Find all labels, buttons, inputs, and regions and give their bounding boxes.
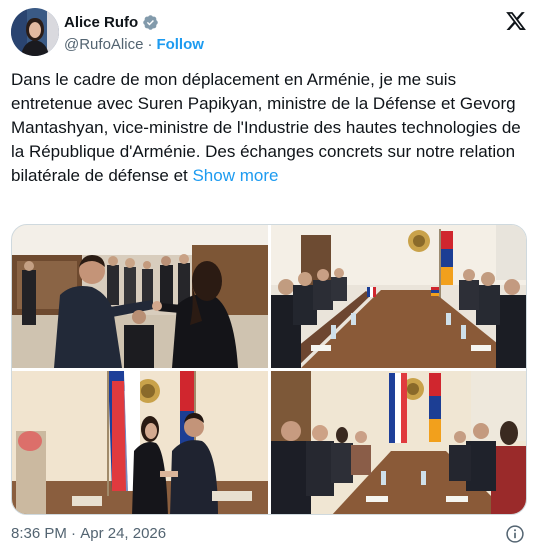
x-logo-icon[interactable] <box>505 10 527 32</box>
author-display-name[interactable]: Alice Rufo <box>64 14 138 31</box>
avatar[interactable] <box>11 8 59 56</box>
tweet-timestamp[interactable]: 8:36 PM · Apr 24, 2026 <box>11 525 166 542</box>
media-grid <box>11 224 527 515</box>
verified-badge-icon <box>143 14 158 30</box>
author-handle-row: @RufoAlice · Follow <box>64 35 204 53</box>
show-more-link[interactable]: Show more <box>192 166 278 185</box>
author-handle[interactable]: @RufoAlice <box>64 36 143 53</box>
follow-button[interactable]: Follow <box>156 36 204 53</box>
tweet-text: Dans le cadre de mon déplacement en Armé… <box>11 68 531 188</box>
tweet-date: Apr 24, 2026 <box>80 525 167 542</box>
author-name-row: Alice Rufo <box>64 12 159 32</box>
tweet-card: Alice Rufo @RufoAlice · Follow Dans le c… <box>0 0 549 560</box>
separator-dot: · <box>147 35 153 53</box>
photo-handshake-room[interactable] <box>12 225 268 368</box>
tweet-time: 8:36 PM <box>11 525 67 542</box>
timestamp-separator: · <box>66 525 81 542</box>
photo-flags-portrait[interactable] <box>12 371 268 514</box>
info-icon[interactable] <box>505 524 525 544</box>
photo-meeting-table[interactable] <box>271 225 526 368</box>
photo-meeting-wide[interactable] <box>271 371 526 514</box>
